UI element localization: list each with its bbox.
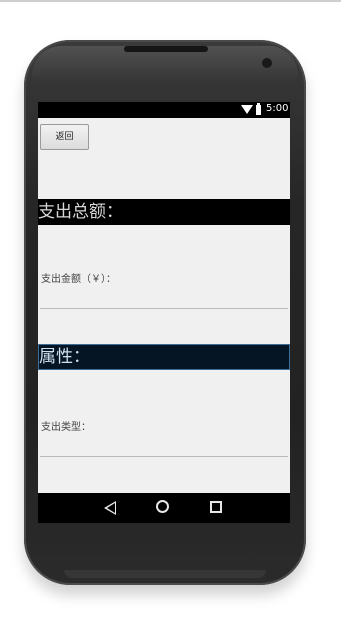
home-circle-icon[interactable] [156, 500, 169, 513]
type-label: 支出类型： [41, 422, 91, 433]
back-triangle-icon[interactable] [104, 501, 116, 515]
status-time: 5:00 [266, 103, 289, 114]
top-divider [0, 0, 341, 2]
camera-icon [262, 58, 272, 68]
battery-icon [256, 103, 261, 115]
wifi-icon [241, 105, 253, 114]
app-content: 返回 支出总额： 支出金额（￥）： 属性： 支出类型： [38, 118, 290, 493]
device-screen: 5:00 返回 支出总额： 支出金额（￥）： 属性： 支出类型： [38, 102, 290, 523]
type-input[interactable] [40, 456, 288, 457]
speaker-grille [124, 46, 208, 52]
section-header-attributes[interactable]: 属性： [38, 344, 290, 370]
section-header-total: 支出总额： [38, 199, 290, 225]
amount-label: 支出金额（￥）： [41, 274, 116, 285]
back-button[interactable]: 返回 [40, 124, 89, 150]
status-bar: 5:00 [38, 102, 290, 118]
navigation-bar [38, 493, 290, 523]
phone-bottom-edge [64, 570, 266, 578]
amount-input[interactable] [40, 308, 288, 309]
recents-square-icon[interactable] [210, 501, 222, 513]
